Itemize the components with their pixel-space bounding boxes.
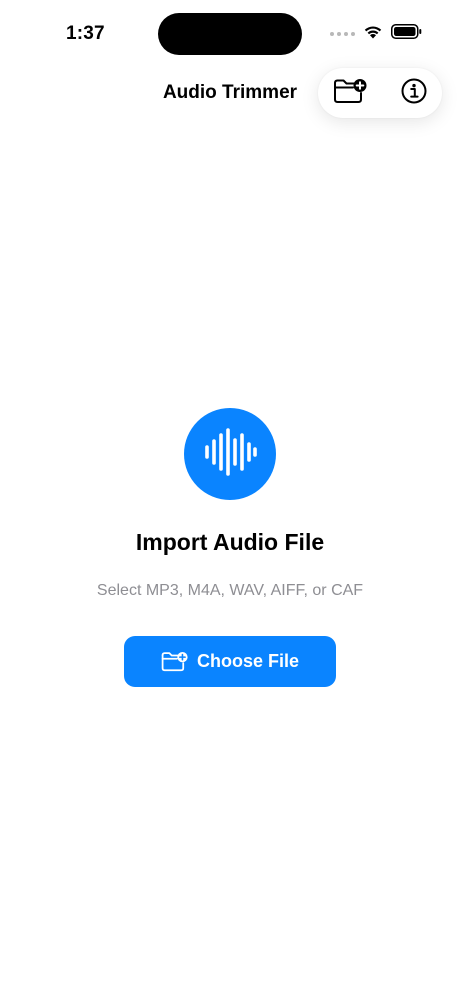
- status-time: 1:37: [66, 23, 105, 44]
- status-bar: 1:37: [0, 0, 460, 70]
- supported-formats-text: Select MP3, M4A, WAV, AIFF, or CAF: [96, 582, 364, 599]
- folder-add-icon: [333, 78, 367, 109]
- empty-state-title: Import Audio File: [135, 529, 325, 555]
- info-icon: [400, 77, 428, 110]
- toolbar-actions: [318, 68, 442, 118]
- page-title: Audio Trimmer: [162, 82, 298, 103]
- wifi-icon: [363, 24, 383, 44]
- cellular-signal-icon: [330, 32, 355, 36]
- folder-add-icon: [161, 651, 188, 672]
- dynamic-island: [158, 13, 302, 55]
- choose-file-button[interactable]: Choose File: [124, 636, 336, 687]
- status-indicators: [330, 24, 422, 44]
- choose-file-label: Choose File: [196, 651, 299, 671]
- waveform-icon: [203, 427, 257, 481]
- info-button[interactable]: [396, 77, 432, 109]
- import-file-button[interactable]: [332, 77, 368, 109]
- battery-icon: [391, 24, 422, 44]
- waveform-badge: [184, 408, 276, 500]
